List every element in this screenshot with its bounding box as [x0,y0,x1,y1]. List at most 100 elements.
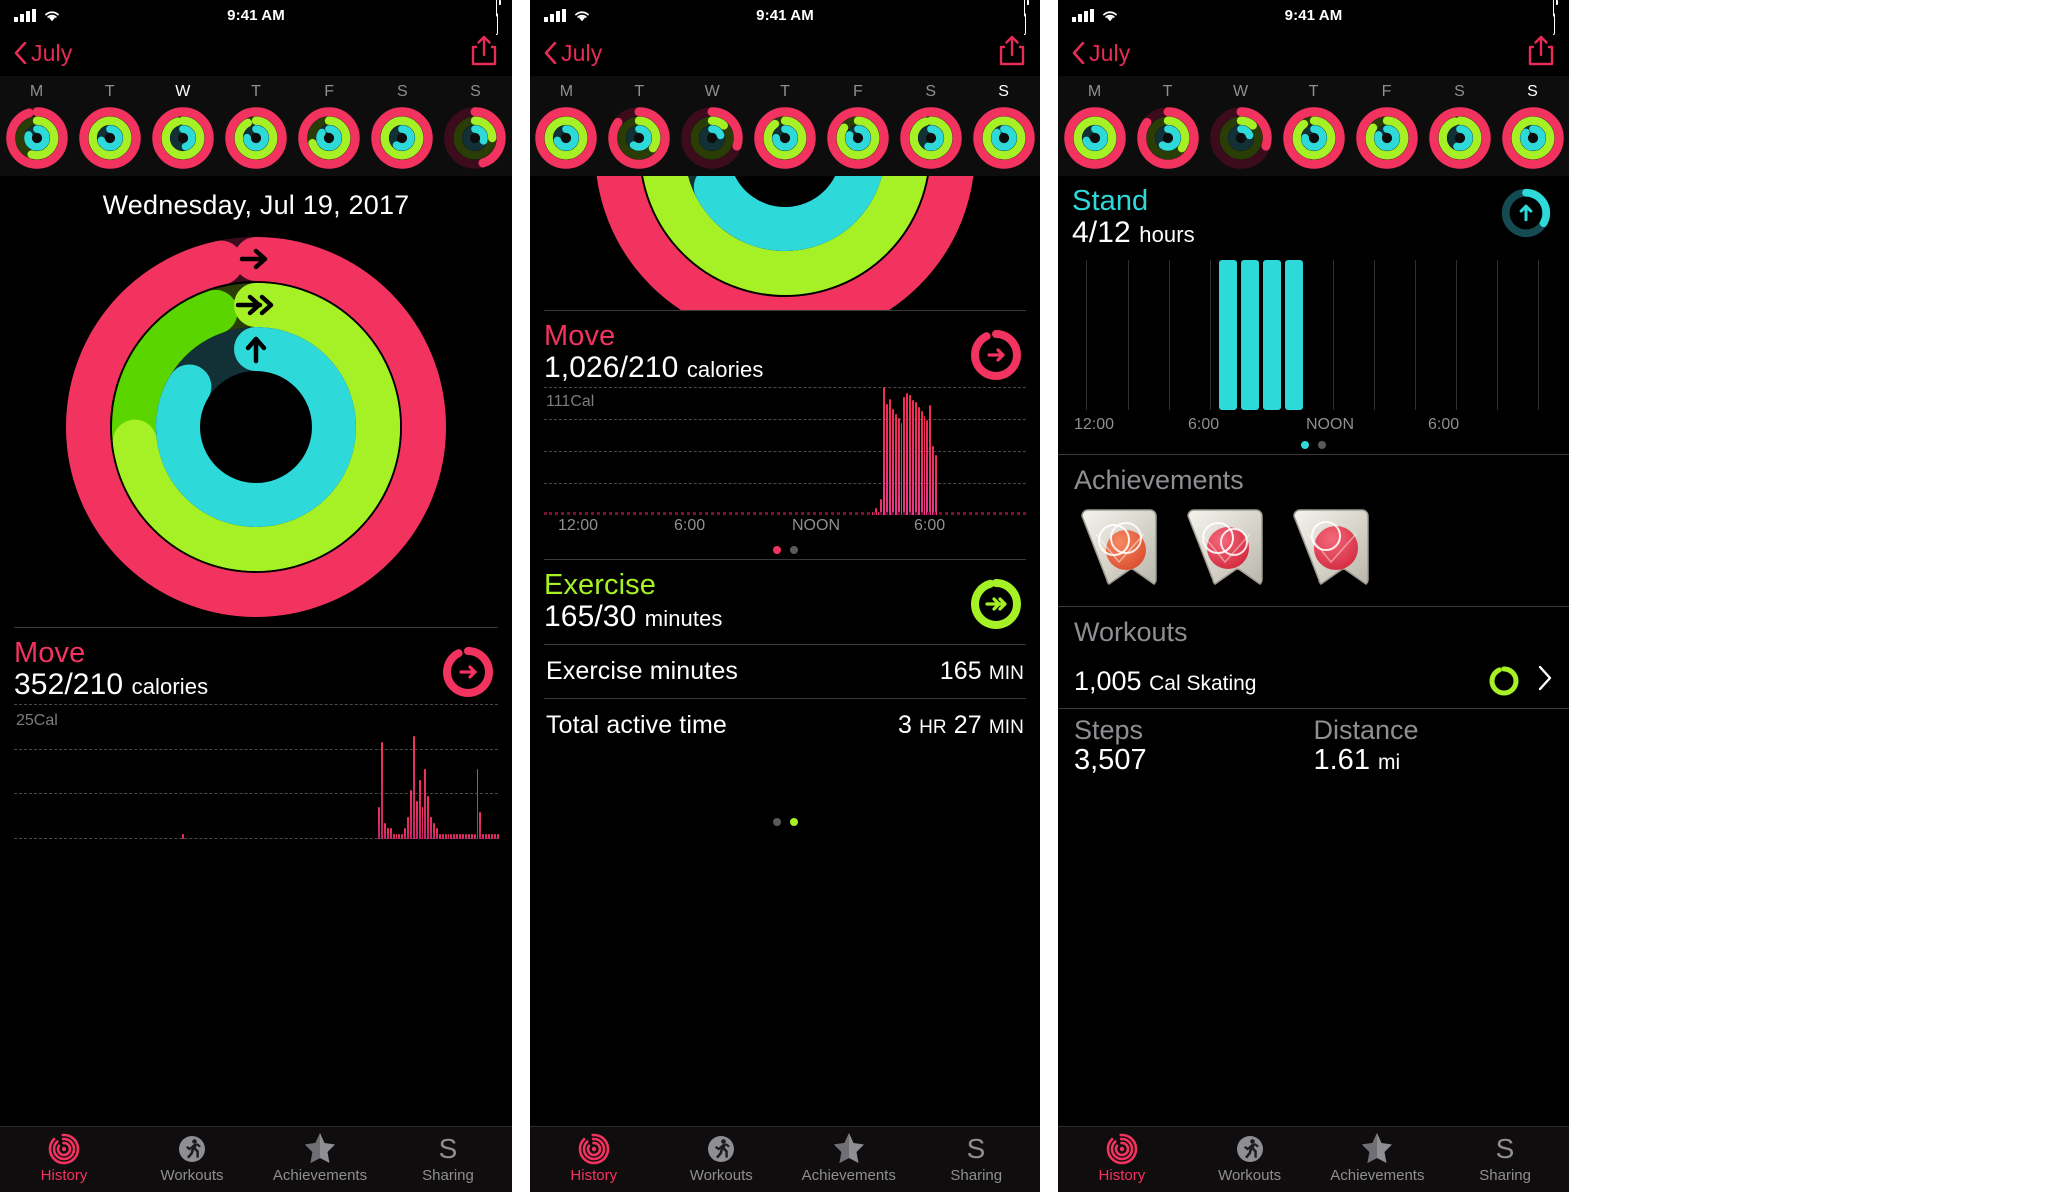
week-day-label[interactable]: S [439,80,512,104]
week-day-rings[interactable] [530,104,1040,170]
exercise-go-button[interactable] [968,576,1024,637]
tab-history[interactable]: History [1058,1132,1186,1184]
week-day-ring[interactable] [146,106,219,170]
week-day-label[interactable]: T [73,80,146,104]
share-button[interactable] [998,35,1026,72]
tab-achievements[interactable]: Achievements [785,1132,913,1184]
week-day-label-selected[interactable]: S [1496,80,1569,104]
week-day-ring[interactable] [1131,106,1204,170]
week-day-ring[interactable] [967,106,1040,170]
tab-bar[interactable]: History Workouts Achievements S Sharing [0,1126,512,1192]
back-button[interactable]: July [14,40,72,67]
week-day-label[interactable]: T [603,80,676,104]
distance-stat[interactable]: Distance 1.61 mi [1314,715,1554,777]
page-dot-active[interactable] [789,818,798,826]
stand-page-dots[interactable] [1058,434,1569,454]
week-day-label[interactable]: S [894,80,967,104]
week-day-rings[interactable] [1058,104,1569,170]
week-strip[interactable]: M T W T F S S [0,76,512,176]
tab-bar[interactable]: History Workouts Achievements S Sharing [530,1126,1040,1192]
tab-workouts[interactable]: Workouts [1186,1132,1314,1184]
week-day-ring[interactable] [1058,106,1131,170]
week-day-label[interactable]: T [219,80,292,104]
week-day-ring[interactable] [1423,106,1496,170]
week-day-label[interactable]: M [530,80,603,104]
page-dot[interactable] [772,818,781,826]
achievement-badge-2[interactable] [1180,504,1270,596]
steps-stat[interactable]: Steps 3,507 [1074,715,1314,777]
tab-achievements[interactable]: Achievements [256,1132,384,1184]
share-button[interactable] [470,35,498,72]
tab-bar[interactable]: History Workouts Achievements S Sharing [1058,1126,1569,1192]
week-day-label[interactable]: M [0,80,73,104]
week-day-label[interactable]: F [1350,80,1423,104]
week-day-label[interactable]: S [1423,80,1496,104]
stand-metric[interactable]: Stand 4/12 hours [1058,176,1569,252]
back-button[interactable]: July [1072,40,1130,67]
week-day-ring[interactable] [1350,106,1423,170]
activity-rings-large-partial[interactable] [530,176,1040,310]
week-day-label-selected[interactable]: S [967,80,1040,104]
tab-sharing[interactable]: S Sharing [913,1132,1041,1184]
week-day-label[interactable]: W [676,80,749,104]
week-day-ring[interactable] [749,106,822,170]
week-day-ring[interactable] [821,106,894,170]
week-day-ring[interactable] [676,106,749,170]
exercise-metric-panel2[interactable]: Exercise 165/30 minutes [530,560,1040,636]
achievement-badge-1[interactable] [1074,504,1164,596]
move-metric-panel2[interactable]: Move 1,026/210 calories [530,311,1040,387]
week-day-label[interactable]: T [1277,80,1350,104]
week-day-ring[interactable] [894,106,967,170]
tab-workouts[interactable]: Workouts [658,1132,786,1184]
tab-sharing[interactable]: S Sharing [1441,1132,1569,1184]
share-button[interactable] [1527,35,1555,72]
week-day-label-selected[interactable]: W [146,80,219,104]
week-day-label[interactable]: S [366,80,439,104]
tab-history[interactable]: History [0,1132,128,1184]
activity-rings-large[interactable] [0,225,512,627]
move-chart-panel1[interactable]: 25Cal [14,704,499,839]
total-active-time-row[interactable]: Total active time 3 HR 27 MIN [530,699,1040,752]
week-day-label[interactable]: T [749,80,822,104]
week-day-ring[interactable] [293,106,366,170]
move-go-button[interactable] [968,327,1024,388]
week-day-label[interactable]: M [1058,80,1131,104]
stand-chart[interactable] [1072,260,1555,410]
move-metric-panel1[interactable]: Move 352/210 calories [0,628,512,704]
workout-row[interactable]: 1,005 Cal Skating [1058,654,1569,708]
week-day-ring[interactable] [530,106,603,170]
week-day-ring[interactable] [219,106,292,170]
page-dot[interactable] [789,546,798,554]
week-day-ring[interactable] [1204,106,1277,170]
week-day-ring[interactable] [0,106,73,170]
achievement-badge-3[interactable] [1286,504,1376,596]
stand-go-button[interactable] [1499,186,1553,245]
move-go-button[interactable] [440,644,496,705]
achievements-list[interactable] [1058,502,1569,606]
week-day-ring[interactable] [1277,106,1350,170]
week-day-ring[interactable] [603,106,676,170]
move-chart-page-dots[interactable] [544,539,1026,559]
week-day-ring[interactable] [1496,106,1569,170]
page-dot-active[interactable] [1301,441,1309,449]
week-strip[interactable]: M T W T F S S [530,76,1040,176]
chevron-right-icon[interactable] [1537,665,1553,698]
week-strip[interactable]: M T W T F S S [1058,76,1569,176]
week-day-label[interactable]: F [821,80,894,104]
week-day-label[interactable]: W [1204,80,1277,104]
move-chart-panel2[interactable]: 111Cal [544,387,1026,515]
tab-sharing[interactable]: S Sharing [384,1132,512,1184]
exercise-minutes-row[interactable]: Exercise minutes 165 MIN [530,645,1040,698]
week-day-rings[interactable] [0,104,512,170]
page-dot[interactable] [1318,441,1326,449]
week-day-label[interactable]: T [1131,80,1204,104]
page-dot-active[interactable] [772,546,781,554]
tab-workouts[interactable]: Workouts [128,1132,256,1184]
tab-history[interactable]: History [530,1132,658,1184]
week-day-ring[interactable] [73,106,146,170]
tab-achievements[interactable]: Achievements [1314,1132,1442,1184]
week-day-ring[interactable] [439,106,512,170]
week-day-label[interactable]: F [293,80,366,104]
back-button[interactable]: July [544,40,602,67]
exercise-page-dots[interactable] [530,752,1040,831]
